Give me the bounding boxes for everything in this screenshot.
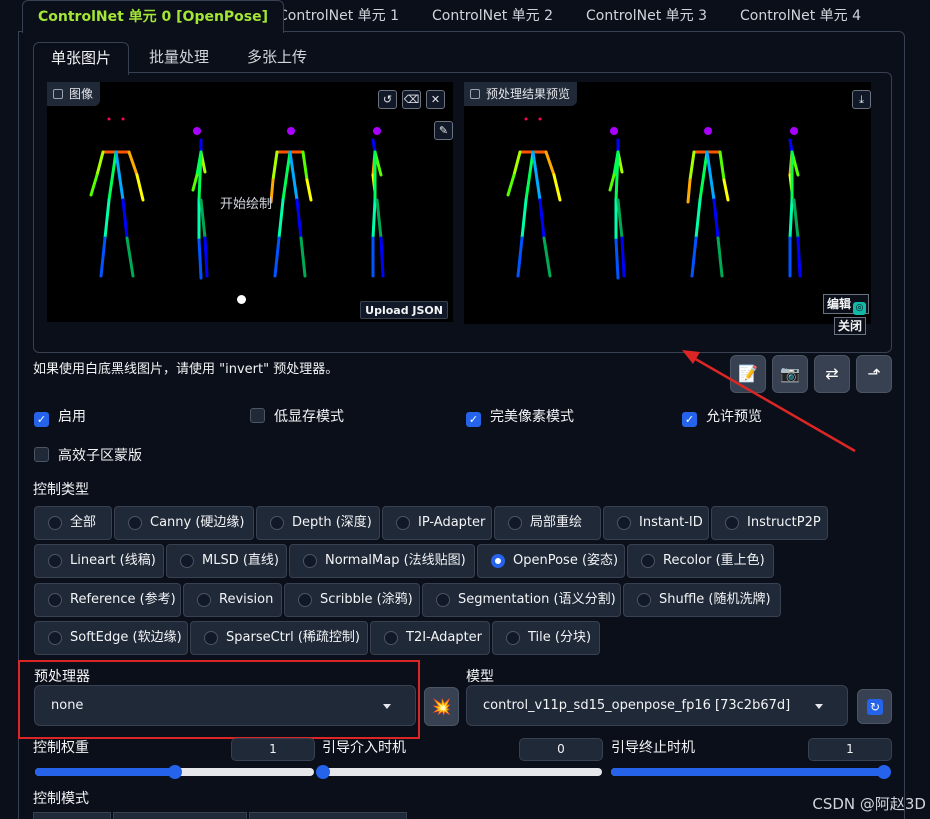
control-mode-option[interactable]: [249, 812, 407, 819]
control-mode-option[interactable]: [113, 812, 247, 819]
control-type-ip-adapter[interactable]: IP-Adapter: [382, 506, 492, 540]
control-type-t2i-adapter[interactable]: T2I-Adapter: [370, 621, 490, 655]
tab-controlnet-unit-1[interactable]: ControlNet 单元 1: [278, 0, 399, 32]
control-type-lineart[interactable]: Lineart (线稿): [34, 544, 164, 578]
effective-region-mask-checkbox[interactable]: 高效子区蒙版: [34, 445, 142, 465]
tab-multi-upload[interactable]: 多张上传: [247, 42, 307, 74]
control-weight-slider[interactable]: [35, 765, 314, 779]
guidance-start-slider[interactable]: [316, 765, 602, 779]
refresh-icon: ↻: [867, 699, 883, 715]
control-type-tile[interactable]: Tile (分块): [492, 621, 600, 655]
edit-pose-button[interactable]: 编辑 ◎: [822, 294, 869, 315]
tab-controlnet-unit-4[interactable]: ControlNet 单元 4: [740, 0, 861, 32]
control-type-reference[interactable]: Reference (参考): [34, 583, 181, 617]
preview-label: 预处理结果预览: [464, 82, 578, 106]
webcam-button[interactable]: 📷: [772, 355, 808, 393]
swap-icon: ⇄: [825, 364, 839, 383]
pose-figures-preview: [506, 117, 802, 280]
image-panel: 图像 ↺ ⌫ ✕ ✎ 开始绘制 Upload JSON 预处理结果预览 ⤓ 编辑…: [33, 72, 892, 353]
control-type-sparsectrl[interactable]: SparseCtrl (稀疏控制): [190, 621, 368, 655]
slider-thumb[interactable]: [316, 765, 330, 779]
checkmark-icon: ✓: [34, 412, 49, 427]
camera-icon: 📷: [780, 364, 800, 383]
control-type-instant-id[interactable]: Instant-ID: [603, 506, 709, 540]
eraser-button[interactable]: ⌫: [402, 90, 421, 109]
low-vram-checkbox[interactable]: 低显存模式: [250, 406, 344, 426]
openpose-editor-icon: ◎: [853, 302, 866, 315]
pose-skeleton-preview: [506, 117, 802, 280]
control-type-segmentation[interactable]: Segmentation (语义分割): [422, 583, 621, 617]
control-mode-option[interactable]: [33, 812, 111, 819]
control-type-recolor[interactable]: Recolor (重上色): [627, 544, 774, 578]
control-type-softedge[interactable]: SoftEdge (软边缘): [34, 621, 188, 655]
upload-json-button[interactable]: Upload JSON: [360, 301, 448, 319]
model-label: 模型: [466, 669, 494, 685]
invert-hint: 如果使用白底黑线图片，请使用 "invert" 预处理器。: [33, 362, 339, 377]
tab-controlnet-unit-2[interactable]: ControlNet 单元 2: [432, 0, 553, 32]
guidance-start-label: 引导介入时机: [322, 740, 406, 756]
dropdown-chevron-icon: [815, 704, 823, 709]
annotation-highlight-box: [18, 660, 420, 739]
document-icon: 📝: [738, 364, 758, 383]
send-icon: ⬏: [867, 364, 881, 383]
control-weight-label: 控制权重: [33, 740, 89, 756]
guidance-end-input[interactable]: 1: [808, 738, 892, 761]
control-type-mlsd[interactable]: MLSD (直线): [166, 544, 287, 578]
tab-controlnet-unit-3[interactable]: ControlNet 单元 3: [586, 0, 707, 32]
tab-single-image[interactable]: 单张图片: [33, 42, 130, 75]
slider-thumb[interactable]: [877, 765, 891, 779]
send-dimensions-button[interactable]: ⬏: [856, 355, 892, 393]
eraser-icon: ⌫: [403, 93, 420, 106]
control-type-openpose[interactable]: OpenPose (姿态): [477, 544, 625, 578]
preprocessor-preview-canvas: 预处理结果预览 ⤓ 编辑 ◎: [464, 82, 871, 324]
clear-button[interactable]: ✕: [426, 90, 445, 109]
checkmark-icon: ✓: [466, 412, 481, 427]
control-type-instructp2p[interactable]: InstructP2P: [711, 506, 828, 540]
control-type-canny[interactable]: Canny (硬边缘): [114, 506, 254, 540]
refresh-models-button[interactable]: ↻: [857, 689, 892, 724]
control-weight-input[interactable]: 1: [231, 738, 315, 761]
pixel-perfect-checkbox[interactable]: ✓ 完美像素模式: [466, 406, 574, 427]
open-new-canvas-button[interactable]: 📝: [730, 355, 766, 393]
control-mode-label: 控制模式: [33, 791, 89, 807]
run-preprocessor-button[interactable]: 💥: [424, 687, 459, 726]
brush-button[interactable]: ✎: [434, 121, 453, 140]
model-select[interactable]: control_v11p_sd15_openpose_fp16 [73c2b67…: [466, 685, 848, 726]
close-icon: ✕: [430, 93, 441, 106]
input-image-canvas[interactable]: 图像 ↺ ⌫ ✕ ✎ 开始绘制 Upload JSON: [47, 82, 453, 322]
input-image-label: 图像: [47, 82, 101, 106]
radio-selected-indicator: [491, 554, 505, 568]
download-button[interactable]: ⤓: [852, 90, 871, 109]
unit-tabs: ControlNet 单元 0 [OpenPose] ControlNet 单元…: [0, 0, 930, 33]
enable-checkbox[interactable]: ✓ 启用: [34, 406, 86, 427]
image-icon: [470, 89, 480, 99]
download-icon: ⤓: [859, 93, 864, 106]
watermark: CSDN @阿赵3D: [812, 795, 926, 813]
control-type-scribble[interactable]: Scribble (涂鸦): [284, 583, 420, 617]
control-type-label: 控制类型: [33, 482, 89, 498]
allow-preview-checkbox[interactable]: ✓ 允许预览: [682, 406, 762, 427]
guidance-end-slider[interactable]: [611, 765, 891, 779]
control-type-shuffle[interactable]: Shuffle (随机洗牌): [623, 583, 781, 617]
start-drawing-hint: 开始绘制: [220, 197, 273, 212]
guidance-end-label: 引导终止时机: [611, 740, 695, 756]
explode-icon: 💥: [431, 697, 452, 716]
mirror-webcam-button[interactable]: ⇄: [814, 355, 850, 393]
undo-icon: ↺: [382, 93, 393, 106]
checkmark-icon: ✓: [682, 412, 697, 427]
control-type-all[interactable]: 全部: [34, 506, 112, 540]
brush-icon: ✎: [438, 124, 449, 137]
close-preview-button[interactable]: 关闭: [834, 317, 867, 335]
control-type-normalmap[interactable]: NormalMap (法线贴图): [289, 544, 475, 578]
control-type-revision[interactable]: Revision: [183, 583, 282, 617]
tab-batch[interactable]: 批量处理: [149, 42, 209, 74]
image-icon: [53, 89, 63, 99]
slider-thumb[interactable]: [167, 765, 182, 779]
control-type-depth[interactable]: Depth (深度): [256, 506, 380, 540]
undo-button[interactable]: ↺: [378, 90, 397, 109]
brush-cursor: [237, 295, 246, 304]
tab-controlnet-unit-0[interactable]: ControlNet 单元 0 [OpenPose]: [22, 0, 285, 33]
control-type-inpaint[interactable]: 局部重绘: [494, 506, 601, 540]
guidance-start-input[interactable]: 0: [519, 738, 603, 761]
